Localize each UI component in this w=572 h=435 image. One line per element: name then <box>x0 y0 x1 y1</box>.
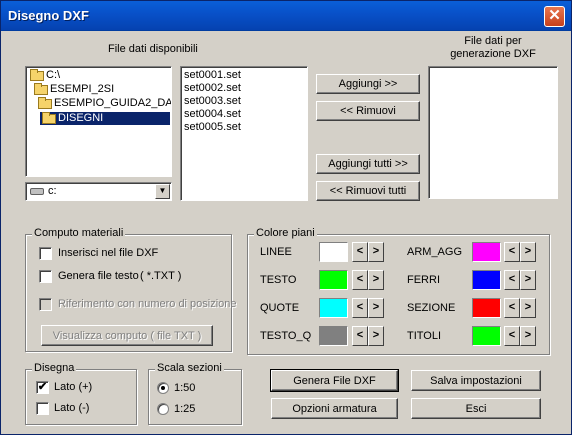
prev-color-button[interactable]: < <box>504 242 520 262</box>
next-color-button[interactable]: > <box>520 298 536 318</box>
layer-label-linee: LINEE <box>260 246 292 258</box>
check-icon: ✔ <box>37 381 48 393</box>
close-button[interactable]: ✕ <box>544 6 565 27</box>
prev-color-button[interactable]: < <box>352 298 368 318</box>
tree-item-esempio-guida[interactable]: ESEMPIO_GUIDA2_DAT <box>38 96 171 110</box>
scala-1-50-label: 1:50 <box>174 382 196 394</box>
layer-label-ferri: FERRI <box>407 274 440 286</box>
prev-color-button[interactable]: < <box>504 270 520 290</box>
tree-item-root[interactable]: C:\ <box>30 68 60 82</box>
insert-dxf-checkbox[interactable] <box>39 247 52 260</box>
color-swatch-titoli <box>472 326 501 346</box>
colore-piani-title: Colore piani <box>254 227 317 239</box>
available-files-header: File dati disponibili <box>108 43 198 55</box>
list-item[interactable]: set0002.set <box>184 82 241 95</box>
tree-item-disegni[interactable]: DISEGNI <box>40 111 170 125</box>
add-button[interactable]: Aggiungi >> <box>316 74 420 94</box>
exit-button[interactable]: Esci <box>411 398 541 419</box>
scala-1-50-radio[interactable] <box>157 382 169 394</box>
folder-tree[interactable]: C:\ ESEMPI_2SI ESEMPIO_GUIDA2_DAT DISEGN… <box>25 66 172 177</box>
insert-dxf-label: Inserisci nel file DXF <box>58 247 159 259</box>
target-files-header-line1: File dati per <box>464 35 522 47</box>
color-swatch-sezione <box>472 298 501 318</box>
remove-button[interactable]: << Rimuovi <box>316 101 420 121</box>
color-swatch-ferri <box>472 270 501 290</box>
color-swatch-linee <box>319 242 348 262</box>
lato-plus-label: Lato (+) <box>54 381 93 393</box>
position-ref-label: Riferimento con numero di posizione <box>58 298 237 310</box>
layer-label-testo: TESTO <box>260 274 297 286</box>
lato-plus-checkbox[interactable]: ✔ <box>36 381 49 394</box>
folder-open-icon <box>38 96 52 109</box>
lato-minus-checkbox[interactable] <box>36 402 49 415</box>
drive-select[interactable]: c: ▼ <box>25 182 172 201</box>
scala-sezioni-title: Scala sezioni <box>155 362 224 374</box>
layer-label-titoli: TITOLI <box>407 330 442 342</box>
prev-color-button[interactable]: < <box>352 326 368 346</box>
text-file-ext-label: ( *.TXT ) <box>140 270 182 282</box>
reinforcement-options-button[interactable]: Opzioni armatura <box>271 398 398 419</box>
next-color-button[interactable]: > <box>520 270 536 290</box>
drive-value: c: <box>48 185 57 197</box>
tree-item-esempi[interactable]: ESEMPI_2SI <box>34 82 114 96</box>
scala-1-25-radio[interactable] <box>157 403 169 415</box>
remove-all-button[interactable]: << Rimuovi tutti <box>316 181 420 201</box>
add-all-button[interactable]: Aggiungi tutti >> <box>316 154 420 174</box>
disegna-title: Disegna <box>32 362 77 374</box>
layer-label-sezione: SEZIONE <box>407 302 456 314</box>
chevron-down-icon[interactable]: ▼ <box>155 184 170 199</box>
text-file-label: Genera file testo <box>58 270 139 282</box>
radio-dot-icon <box>161 386 165 390</box>
view-computo-button[interactable]: Visualizza computo ( file TXT ) <box>41 325 213 346</box>
prev-color-button[interactable]: < <box>352 242 368 262</box>
lato-minus-label: Lato (-) <box>54 402 90 414</box>
color-swatch-quote <box>319 298 348 318</box>
close-icon: ✕ <box>548 7 561 24</box>
next-color-button[interactable]: > <box>368 242 384 262</box>
generate-dxf-button[interactable]: Genera File DXF <box>270 369 399 392</box>
folder-open-icon <box>42 111 56 124</box>
disegna-group: Disegna <box>25 362 137 425</box>
next-color-button[interactable]: > <box>520 326 536 346</box>
next-color-button[interactable]: > <box>368 298 384 318</box>
list-item[interactable]: set0004.set <box>184 108 241 121</box>
target-files-header-line2: generazione DXF <box>450 48 536 60</box>
text-file-checkbox[interactable] <box>39 270 52 283</box>
prev-color-button[interactable]: < <box>504 326 520 346</box>
color-swatch-testo <box>319 270 348 290</box>
next-color-button[interactable]: > <box>368 326 384 346</box>
layer-label-testo-q: TESTO_Q <box>260 330 312 342</box>
prev-color-button[interactable]: < <box>352 270 368 290</box>
scala-1-25-label: 1:25 <box>174 403 196 415</box>
layer-label-arm-agg: ARM_AGG <box>407 246 463 258</box>
layer-label-quote: QUOTE <box>260 302 300 314</box>
dxf-dialog: Disegno DXF ✕ File dati disponibili C:\ … <box>0 0 572 435</box>
list-item[interactable]: set0003.set <box>184 95 241 108</box>
drive-icon <box>30 187 44 195</box>
window-title: Disegno DXF <box>8 8 89 23</box>
color-swatch-arm-agg <box>472 242 501 262</box>
folder-open-icon <box>30 68 44 81</box>
next-color-button[interactable]: > <box>368 270 384 290</box>
available-files-list[interactable]: set0001.set set0002.set set0003.set set0… <box>180 66 308 201</box>
list-item[interactable]: set0001.set <box>184 69 241 82</box>
position-ref-checkbox[interactable] <box>39 298 52 311</box>
prev-color-button[interactable]: < <box>504 298 520 318</box>
folder-open-icon <box>34 82 48 95</box>
save-settings-button[interactable]: Salva impostazioni <box>411 370 541 391</box>
computo-materiali-title: Computo materiali <box>32 227 126 239</box>
scala-sezioni-group: Scala sezioni <box>148 362 242 425</box>
next-color-button[interactable]: > <box>520 242 536 262</box>
title-bar: Disegno DXF ✕ <box>1 1 571 31</box>
target-files-list[interactable] <box>428 66 558 199</box>
list-item[interactable]: set0005.set <box>184 121 241 134</box>
color-swatch-testo-q <box>319 326 348 346</box>
